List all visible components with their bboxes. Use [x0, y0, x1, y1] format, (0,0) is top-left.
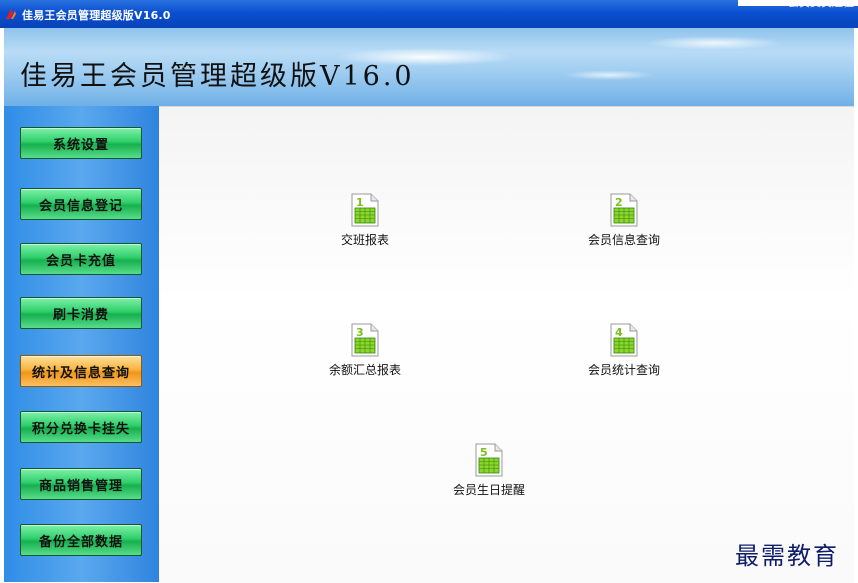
nav-points-card-loss[interactable]: 积分兑换卡挂失 — [20, 411, 142, 443]
window-titlebar: 佳易王会员管理超级版V16.0 会员费员超佳 — [0, 0, 858, 28]
report-label: 会员统计查询 — [587, 363, 660, 377]
nav-goods-sales[interactable]: 商品销售管理 — [20, 468, 142, 500]
nav-backup-data[interactable]: 备份全部数据 — [20, 524, 142, 556]
report-member-statistics[interactable]: 4 会员统计查询 — [564, 323, 684, 378]
banner-highlight — [564, 70, 654, 80]
spreadsheet-icon: 3 — [351, 323, 379, 357]
report-label: 余额汇总报表 — [328, 363, 401, 377]
nav-member-registration[interactable]: 会员信息登记 — [20, 188, 142, 220]
report-shift-report[interactable]: 1 交班报表 — [305, 193, 425, 248]
nav-system-settings[interactable]: 系统设置 — [20, 127, 142, 159]
report-label: 会员生日提醒 — [452, 483, 525, 497]
report-label: 会员信息查询 — [587, 233, 660, 247]
app-logo-icon — [6, 9, 16, 19]
app-title: 佳易王会员管理超级版V16.0 — [20, 61, 415, 92]
report-label: 交班报表 — [340, 233, 389, 247]
spreadsheet-icon: 5 — [475, 443, 503, 477]
report-birthday-reminder[interactable]: 5 会员生日提醒 — [429, 443, 549, 498]
main-content: 1 交班报表 2 会员信息查询 3 余额汇总报表 4 会员统计查询 5 会员生日… — [159, 106, 854, 583]
watermark-text: 最需教育 — [735, 542, 839, 570]
report-number: 2 — [615, 196, 623, 209]
report-number: 5 — [480, 446, 488, 459]
report-number: 4 — [615, 326, 623, 339]
spreadsheet-icon: 1 — [351, 193, 379, 227]
banner-highlight — [644, 36, 784, 50]
header-banner: 佳易王会员管理超级版V16.0 — [4, 28, 854, 106]
sidebar: 系统设置 会员信息登记 会员卡充值 刷卡消费 统计及信息查询 积分兑换卡挂失 商… — [4, 106, 159, 582]
report-number: 3 — [356, 326, 364, 339]
nav-statistics-query[interactable]: 统计及信息查询 — [20, 355, 142, 387]
nav-card-consumption[interactable]: 刷卡消费 — [20, 297, 142, 329]
window-title: 佳易王会员管理超级版V16.0 — [22, 9, 171, 22]
spreadsheet-icon: 4 — [610, 323, 638, 357]
spreadsheet-icon: 2 — [610, 193, 638, 227]
report-balance-summary[interactable]: 3 余额汇总报表 — [305, 323, 425, 378]
nav-card-recharge[interactable]: 会员卡充值 — [20, 243, 142, 275]
window-right-caption: 会员费员超佳 — [788, 0, 854, 9]
report-member-info-query[interactable]: 2 会员信息查询 — [564, 193, 684, 248]
report-number: 1 — [356, 196, 364, 209]
